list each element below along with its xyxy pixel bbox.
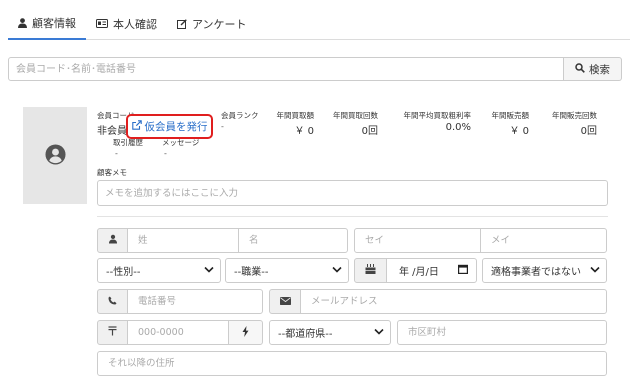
first-name-input[interactable] xyxy=(238,228,348,253)
occupation-select[interactable]: --職業-- xyxy=(225,258,349,283)
calendar-icon[interactable] xyxy=(458,264,469,277)
edit-icon xyxy=(177,18,187,29)
last-name-kana-input[interactable] xyxy=(354,228,481,253)
customer-memo-label: 顧客メモ xyxy=(97,168,127,177)
prefecture-select[interactable]: --都道府県-- xyxy=(269,320,391,345)
stat-value: ￥ 0 xyxy=(509,126,529,137)
lightning-icon xyxy=(242,325,249,340)
chevron-down-icon xyxy=(332,265,342,276)
phone-icon xyxy=(108,295,117,308)
birthdate-addon xyxy=(354,258,387,283)
stat-value: ￥ 0 xyxy=(294,126,314,137)
gender-select[interactable]: --性別-- xyxy=(97,258,221,283)
chevron-down-icon xyxy=(590,265,600,276)
member-rank-label: 会員ランク xyxy=(221,111,259,120)
tab-label: 本人確認 xyxy=(113,17,157,31)
message-value: - xyxy=(164,149,167,158)
first-name-kana-input[interactable] xyxy=(480,228,607,253)
phone-input[interactable] xyxy=(127,289,263,314)
tab-survey[interactable]: アンケート xyxy=(167,8,257,39)
search-icon xyxy=(575,62,585,76)
email-addon xyxy=(269,289,301,314)
postal-mark-icon xyxy=(108,326,117,339)
birthdate-value: 年 /月/日 xyxy=(399,267,439,278)
annual-average-margin: 年間平均買取粗利率 0.0% xyxy=(404,110,472,133)
avatar xyxy=(23,107,87,204)
transaction-history[interactable]: 取引履歴 - xyxy=(113,137,143,158)
postal-addon xyxy=(97,320,128,345)
history-label: 取引履歴 xyxy=(113,138,143,147)
birthdate-input[interactable]: 年 /月/日 xyxy=(386,258,477,283)
address-line-input[interactable] xyxy=(97,351,607,376)
address-lookup-button[interactable] xyxy=(228,320,263,345)
user-icon xyxy=(108,234,117,247)
history-value: - xyxy=(115,149,118,158)
city-input[interactable] xyxy=(397,320,607,345)
prefecture-value: --都道府県-- xyxy=(278,329,333,340)
qualified-invoice-value: 適格事業者ではない xyxy=(491,267,581,278)
qualified-invoice-select[interactable]: 適格事業者ではない xyxy=(482,258,607,283)
name-addon xyxy=(97,228,128,253)
stat-label: 年間買取額 xyxy=(276,111,315,120)
search-input[interactable] xyxy=(8,57,564,81)
tab-label: アンケート xyxy=(192,17,247,31)
stat-label: 年間販売額 xyxy=(491,111,530,120)
occupation-value: --職業-- xyxy=(234,267,269,278)
chevron-down-icon xyxy=(204,265,214,276)
stat-label: 年間販売回数 xyxy=(552,111,597,120)
tab-identity[interactable]: 本人確認 xyxy=(86,8,167,39)
id-card-icon xyxy=(96,19,108,28)
search-button[interactable]: 検索 xyxy=(564,57,622,81)
user-circle-icon xyxy=(44,143,66,168)
annual-sales-count: 年間販売回数 0回 xyxy=(552,110,597,137)
customer-memo-input[interactable] xyxy=(97,180,608,206)
last-name-input[interactable] xyxy=(127,228,239,253)
email-input[interactable] xyxy=(300,289,607,314)
search-bar: 検索 xyxy=(8,57,622,81)
tab-customer-info[interactable]: 顧客情報 xyxy=(8,8,86,40)
envelope-icon xyxy=(279,295,291,308)
phone-addon xyxy=(97,289,128,314)
annual-purchase-count: 年間買取回数 0回 xyxy=(333,110,378,137)
birthday-cake-icon xyxy=(365,264,376,277)
annual-purchase-amount: 年間買取額 ￥ 0 xyxy=(277,110,315,137)
tab-bar: 顧客情報 本人確認 アンケート xyxy=(8,8,630,40)
tab-label: 顧客情報 xyxy=(32,17,76,30)
issue-button-label: 仮会員を発行 xyxy=(144,121,208,133)
member-rank: 会員ランク - xyxy=(221,110,259,131)
stat-value: 0回 xyxy=(361,126,378,137)
external-link-icon xyxy=(131,120,142,133)
postal-code-input[interactable] xyxy=(127,320,229,345)
message-label: メッセージ xyxy=(162,138,200,147)
issue-temporary-member-button[interactable]: 仮会員を発行 xyxy=(126,114,213,139)
member-rank-value: - xyxy=(221,122,224,131)
stat-label: 年間平均買取粗利率 xyxy=(403,111,472,120)
stat-value: 0.0% xyxy=(445,122,471,133)
stat-label: 年間買取回数 xyxy=(333,111,378,120)
messages[interactable]: メッセージ - xyxy=(162,137,199,158)
annual-sales-amount: 年間販売額 ￥ 0 xyxy=(492,110,530,137)
gender-value: --性別-- xyxy=(106,267,141,278)
search-button-label: 検索 xyxy=(589,63,610,76)
chevron-down-icon xyxy=(374,327,384,338)
divider xyxy=(97,216,608,217)
user-icon xyxy=(18,18,27,28)
stat-value: 0回 xyxy=(580,126,597,137)
